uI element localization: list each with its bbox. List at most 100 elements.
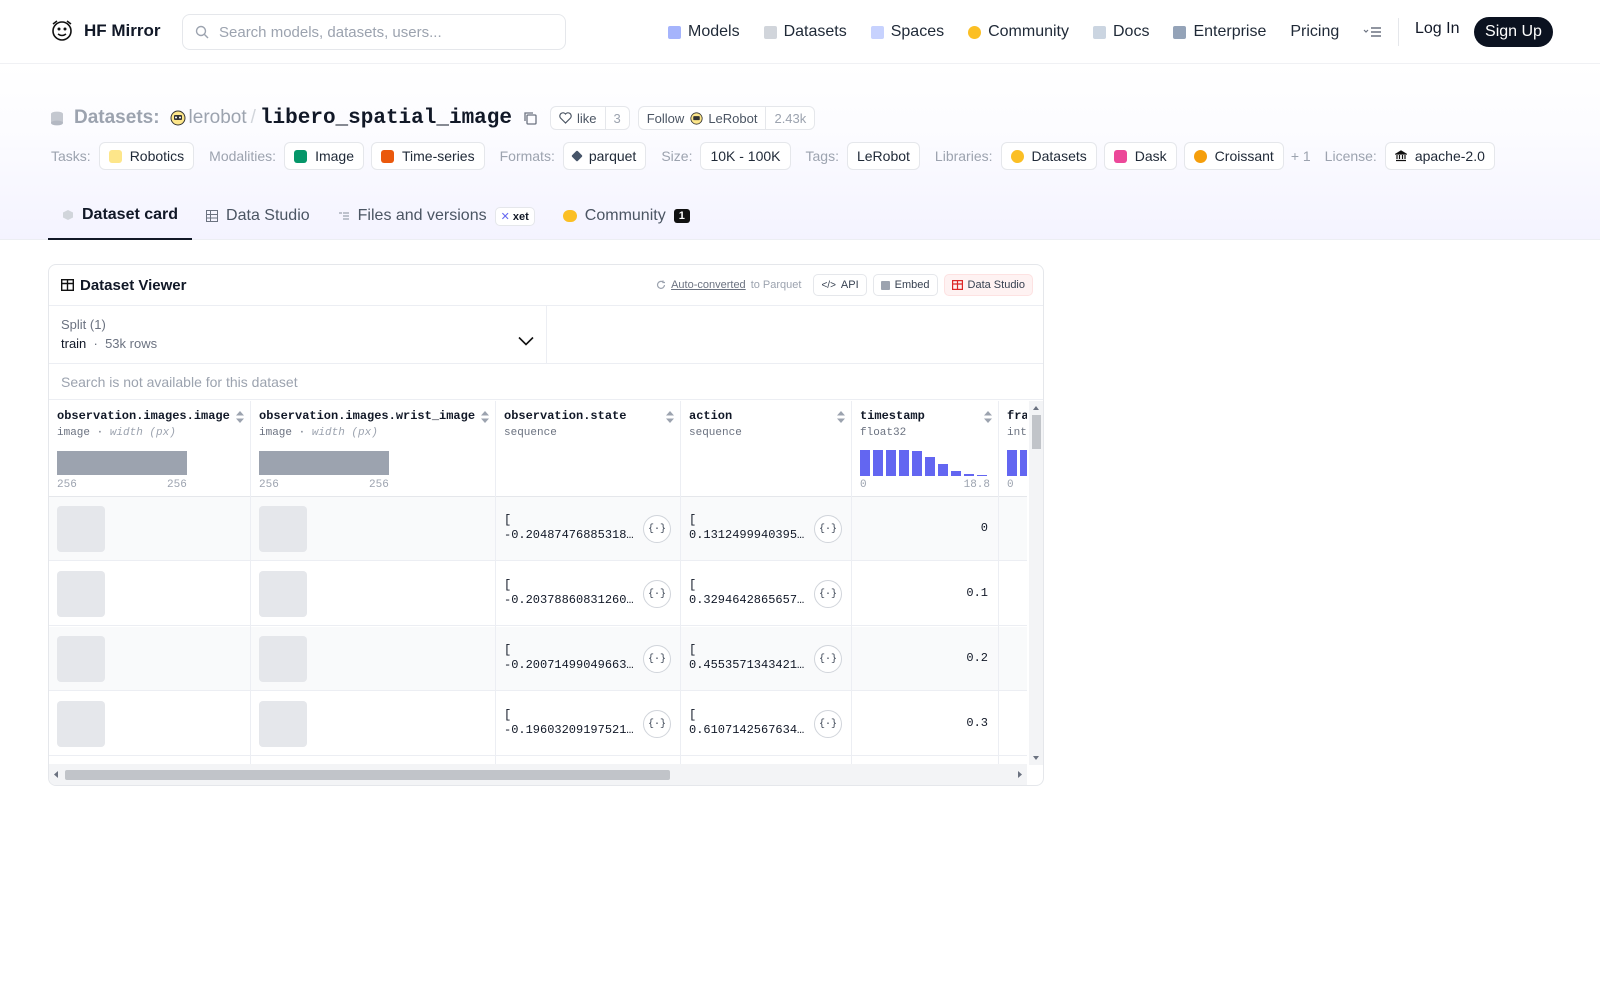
json-view-button[interactable]: {·} — [643, 645, 671, 673]
like-count: 3 — [604, 107, 629, 129]
bracket: [ — [504, 708, 512, 722]
login-link[interactable]: Log In — [1415, 20, 1459, 38]
column-header[interactable]: observation.state sequence — [496, 401, 680, 497]
dataset-name[interactable]: libero_spatial_image — [260, 107, 512, 130]
image-thumbnail[interactable] — [259, 506, 307, 552]
json-view-button[interactable]: {·} — [814, 580, 842, 608]
json-view-button[interactable]: {·} — [814, 710, 842, 738]
tag-size[interactable]: 10K - 100K — [700, 142, 791, 170]
sort-icon[interactable] — [236, 411, 244, 423]
global-search[interactable] — [182, 14, 566, 50]
column-header[interactable]: observation.images.image image · width (… — [49, 401, 250, 497]
vertical-scrollbar[interactable] — [1029, 401, 1043, 765]
nav-models[interactable]: Models — [668, 23, 740, 41]
tag-parquet[interactable]: parquet — [562, 142, 647, 170]
tab-community[interactable]: Community 1 — [549, 196, 704, 240]
embed-button[interactable]: Embed — [872, 274, 938, 296]
xet-badge: ✕ xet — [494, 206, 535, 226]
column-header[interactable]: fra int 0 — [999, 401, 1027, 497]
libraries-more[interactable]: + 1 — [1291, 148, 1311, 164]
image-thumbnail[interactable] — [57, 506, 105, 552]
tag-image[interactable]: Image — [284, 142, 364, 170]
tag-time-series[interactable]: Time-series — [371, 142, 485, 170]
scroll-down-icon[interactable] — [1029, 753, 1043, 763]
tag-lerobot[interactable]: LeRobot — [846, 142, 920, 170]
image-thumbnail[interactable] — [57, 701, 105, 747]
json-view-button[interactable]: {·} — [814, 515, 842, 543]
nav-enterprise[interactable]: Enterprise — [1173, 23, 1266, 41]
spaces-icon — [870, 25, 884, 39]
split-selector[interactable]: Split (1) train · 53k rows — [49, 306, 547, 363]
signup-button[interactable]: Sign Up — [1474, 17, 1553, 47]
follow-button[interactable]: Follow LeRobot 2.43k — [637, 106, 816, 130]
robotics-icon — [108, 149, 122, 163]
auto-converted-link[interactable]: Auto-converted — [671, 279, 746, 291]
scroll-left-icon[interactable] — [51, 764, 61, 785]
like-label: like — [576, 110, 597, 126]
histogram-bar — [977, 475, 987, 476]
column-observation-images-wrist-image: observation.images.wrist_image image · w… — [251, 401, 496, 765]
datasets-label[interactable]: Datasets: — [74, 107, 160, 129]
histogram-bar — [860, 450, 870, 476]
tag-croissant[interactable]: Croissant — [1183, 142, 1284, 170]
embed-label: Embed — [894, 279, 930, 291]
scroll-right-icon[interactable] — [1015, 764, 1025, 785]
sort-icon[interactable] — [481, 411, 489, 423]
api-button[interactable]: </> API — [813, 274, 867, 296]
tab-data-studio[interactable]: Data Studio — [192, 196, 324, 240]
tag-datasets-lib[interactable]: Datasets — [1000, 142, 1097, 170]
sort-icon[interactable] — [984, 411, 992, 423]
nav-datasets[interactable]: Datasets — [763, 23, 847, 41]
like-button[interactable]: like 3 — [549, 106, 630, 130]
copy-icon[interactable] — [522, 110, 538, 126]
sort-icon[interactable] — [837, 411, 845, 423]
cell-value: 0.1 — [966, 586, 988, 600]
lerobot-avatar-icon — [170, 110, 186, 126]
json-view-button[interactable]: {·} — [643, 580, 671, 608]
column-action: action sequence [0.1312499940395… {·} [0… — [681, 401, 852, 765]
column-header[interactable]: action sequence — [681, 401, 851, 497]
column-observation-images-image: observation.images.image image · width (… — [49, 401, 251, 765]
sequence-cell: [0.3294642865657… — [689, 578, 804, 608]
image-thumbnail[interactable] — [57, 571, 105, 617]
nav-docs[interactable]: Docs — [1093, 23, 1149, 41]
column-header[interactable]: observation.images.wrist_image image · w… — [251, 401, 495, 497]
data-table: observation.images.image image · width (… — [49, 401, 1027, 765]
dataset-title-row: Datasets: lerobot / libero_spatial_image… — [50, 104, 816, 132]
community-count-badge: 1 — [673, 209, 690, 223]
dataset-owner[interactable]: lerobot — [189, 107, 247, 129]
main-nav: Models Datasets Spaces Community Docs En… — [668, 18, 1407, 46]
files-icon — [338, 212, 349, 220]
horizontal-scrollbar[interactable] — [49, 764, 1027, 785]
tags-label: Tags: — [805, 148, 839, 164]
more-menu-button[interactable] — [1363, 25, 1383, 39]
follow-count: 2.43k — [765, 107, 814, 129]
brand-name: HF Mirror — [84, 21, 161, 40]
cell-value: 0.3294642865657… — [689, 593, 805, 607]
nav-pricing[interactable]: Pricing — [1290, 23, 1339, 41]
json-view-button[interactable]: {·} — [814, 645, 842, 673]
scroll-up-icon[interactable] — [1029, 403, 1043, 413]
tag-dask[interactable]: Dask — [1103, 142, 1177, 170]
sort-icon[interactable] — [666, 411, 674, 423]
time-series-icon — [381, 149, 394, 163]
heart-icon — [559, 112, 572, 124]
data-studio-button[interactable]: Data Studio — [943, 274, 1033, 296]
tag-robotics[interactable]: Robotics — [98, 142, 195, 170]
vertical-scroll-thumb[interactable] — [1032, 415, 1041, 449]
image-thumbnail[interactable] — [57, 636, 105, 682]
brand-logo[interactable]: HF Mirror — [50, 18, 161, 44]
json-view-button[interactable]: {·} — [643, 515, 671, 543]
nav-spaces[interactable]: Spaces — [870, 23, 944, 41]
tab-dataset-card[interactable]: Dataset card — [48, 196, 193, 240]
search-input[interactable] — [219, 23, 549, 41]
image-thumbnail[interactable] — [259, 701, 307, 747]
nav-community[interactable]: Community — [968, 23, 1069, 41]
json-view-button[interactable]: {·} — [643, 710, 671, 738]
horizontal-scroll-thumb[interactable] — [65, 770, 670, 780]
tab-files-versions[interactable]: Files and versions ✕ xet — [324, 196, 549, 240]
image-thumbnail[interactable] — [259, 571, 307, 617]
tag-license[interactable]: apache-2.0 — [1384, 142, 1495, 170]
column-header[interactable]: timestamp float32 0 18.8 — [852, 401, 998, 497]
image-thumbnail[interactable] — [259, 636, 307, 682]
